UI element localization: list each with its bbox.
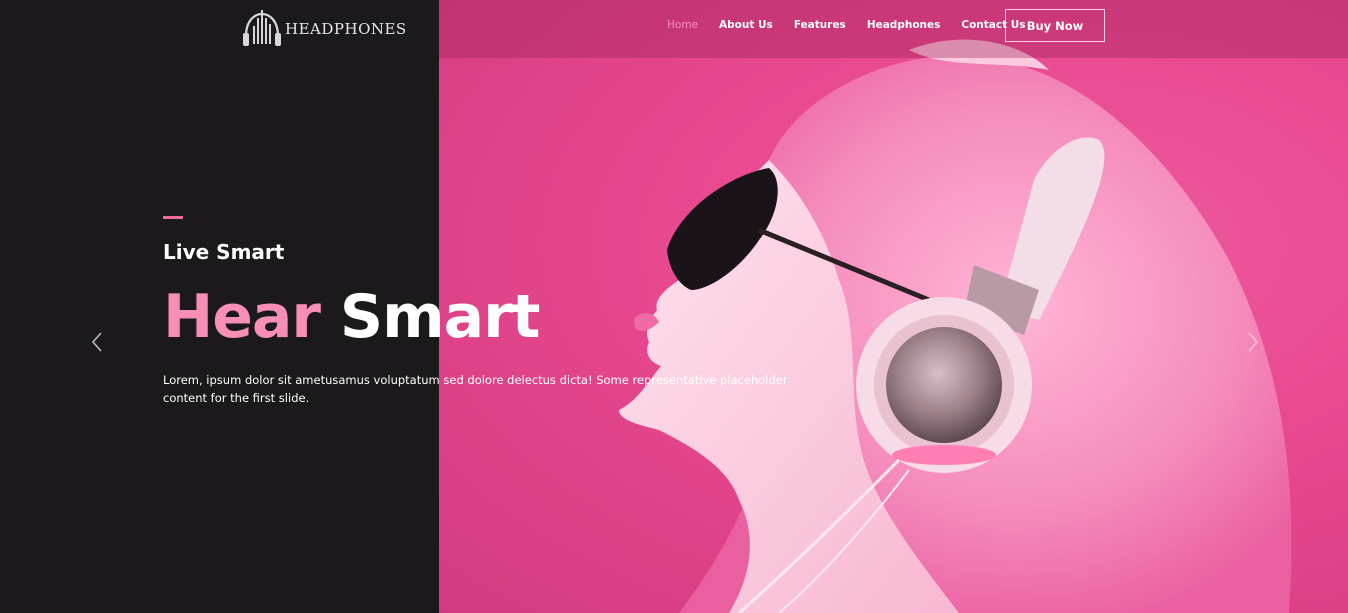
nav-link-about-us[interactable]: About Us: [719, 19, 773, 31]
nav-link-features[interactable]: Features: [794, 19, 846, 31]
woman-headphones-illustration: [619, 39, 1292, 613]
nav-link-home[interactable]: Home: [667, 19, 698, 31]
headline-word-hear: Hear: [163, 282, 321, 352]
main-nav: Home About Us Features Headphones Contac…: [667, 19, 1047, 31]
hero-kicker: Live Smart: [163, 240, 285, 264]
hero-image: [439, 0, 1348, 613]
hero-headline: Hear Smart: [163, 282, 540, 352]
buy-now-button[interactable]: Buy Now: [1005, 9, 1105, 42]
headphones-equalizer-icon: [243, 10, 281, 46]
nav-link-headphones[interactable]: Headphones: [867, 19, 941, 31]
chevron-left-icon: [91, 332, 102, 352]
chevron-right-icon: [1248, 332, 1259, 352]
carousel-next-button[interactable]: [1242, 330, 1262, 354]
accent-divider: [163, 216, 183, 219]
hero-lead-text: Lorem, ipsum dolor sit ametusamus volupt…: [163, 373, 788, 405]
brand-name: HEADPHONES: [285, 20, 407, 38]
headline-word-smart: Smart: [339, 282, 540, 352]
carousel-prev-button[interactable]: [88, 330, 108, 354]
brand-logo[interactable]: HEADPHONES: [241, 6, 407, 48]
